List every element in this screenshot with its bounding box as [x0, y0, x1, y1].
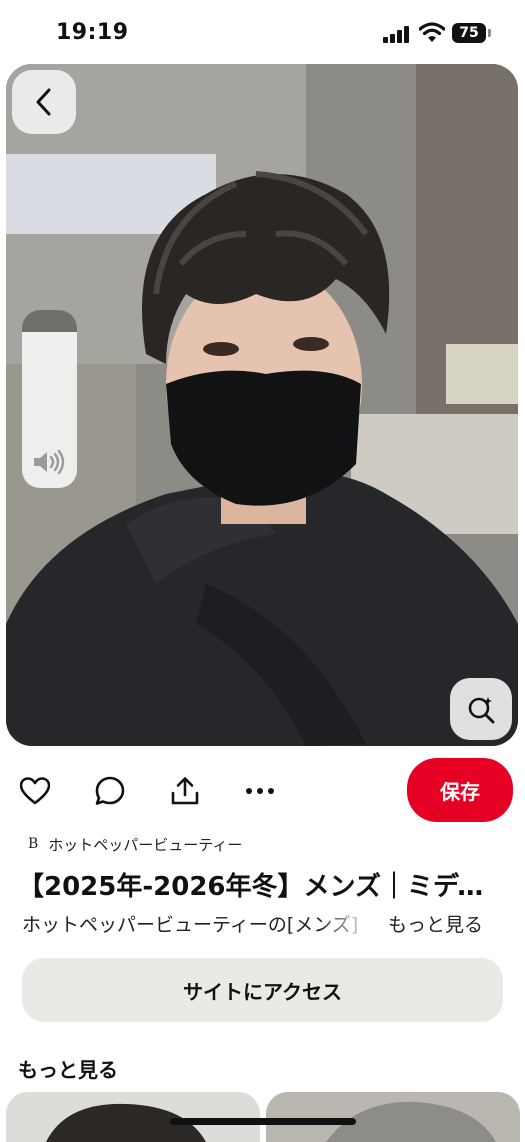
- home-indicator[interactable]: [170, 1118, 356, 1125]
- save-button[interactable]: 保存: [407, 758, 513, 822]
- see-more-link[interactable]: もっと見る: [388, 910, 483, 937]
- related-pin-image: [46, 1103, 206, 1142]
- pin-image[interactable]: [6, 64, 518, 746]
- more-ideas-heading: もっと見る: [18, 1058, 118, 1082]
- related-pin-thumbnail[interactable]: [266, 1092, 520, 1142]
- wifi-icon: [419, 22, 445, 42]
- comment-icon: [95, 776, 125, 805]
- status-bar: 19:19 75: [0, 0, 525, 64]
- share-button[interactable]: [168, 774, 202, 808]
- action-bar: 保存: [0, 752, 525, 828]
- more-options-button[interactable]: [243, 774, 277, 808]
- like-button[interactable]: [18, 774, 52, 808]
- source-logo: B: [28, 836, 39, 852]
- volume-slider[interactable]: [22, 310, 77, 488]
- battery-cap: [488, 29, 491, 37]
- battery-icon: 75: [452, 23, 486, 43]
- comment-button[interactable]: [93, 774, 127, 808]
- visual-search-button[interactable]: [450, 678, 512, 740]
- pin-title: 【2025年-2026年冬】メンズ｜ミディアム: [18, 872, 508, 902]
- source-name: ホットペッパービューティー: [48, 835, 243, 854]
- status-time: 19:19: [56, 20, 129, 45]
- source-attribution[interactable]: B ホットペッパービューティー: [28, 832, 242, 856]
- pin-description: ホットペッパービューティーの[メンズ]: [22, 914, 359, 936]
- visual-search-icon: [468, 697, 495, 724]
- speaker-icon: [34, 449, 65, 475]
- share-icon: [171, 777, 199, 805]
- chevron-left-icon: [36, 88, 51, 116]
- more-icon: [246, 788, 274, 794]
- hair-photo: [6, 64, 518, 746]
- back-button[interactable]: [12, 70, 76, 134]
- related-pin-thumbnail[interactable]: [6, 1092, 260, 1142]
- heart-icon: [20, 777, 50, 805]
- signal-icon: [383, 25, 413, 43]
- visit-site-button[interactable]: サイトにアクセス: [22, 958, 503, 1022]
- related-pin-image: [326, 1101, 496, 1142]
- volume-track-empty: [22, 310, 77, 332]
